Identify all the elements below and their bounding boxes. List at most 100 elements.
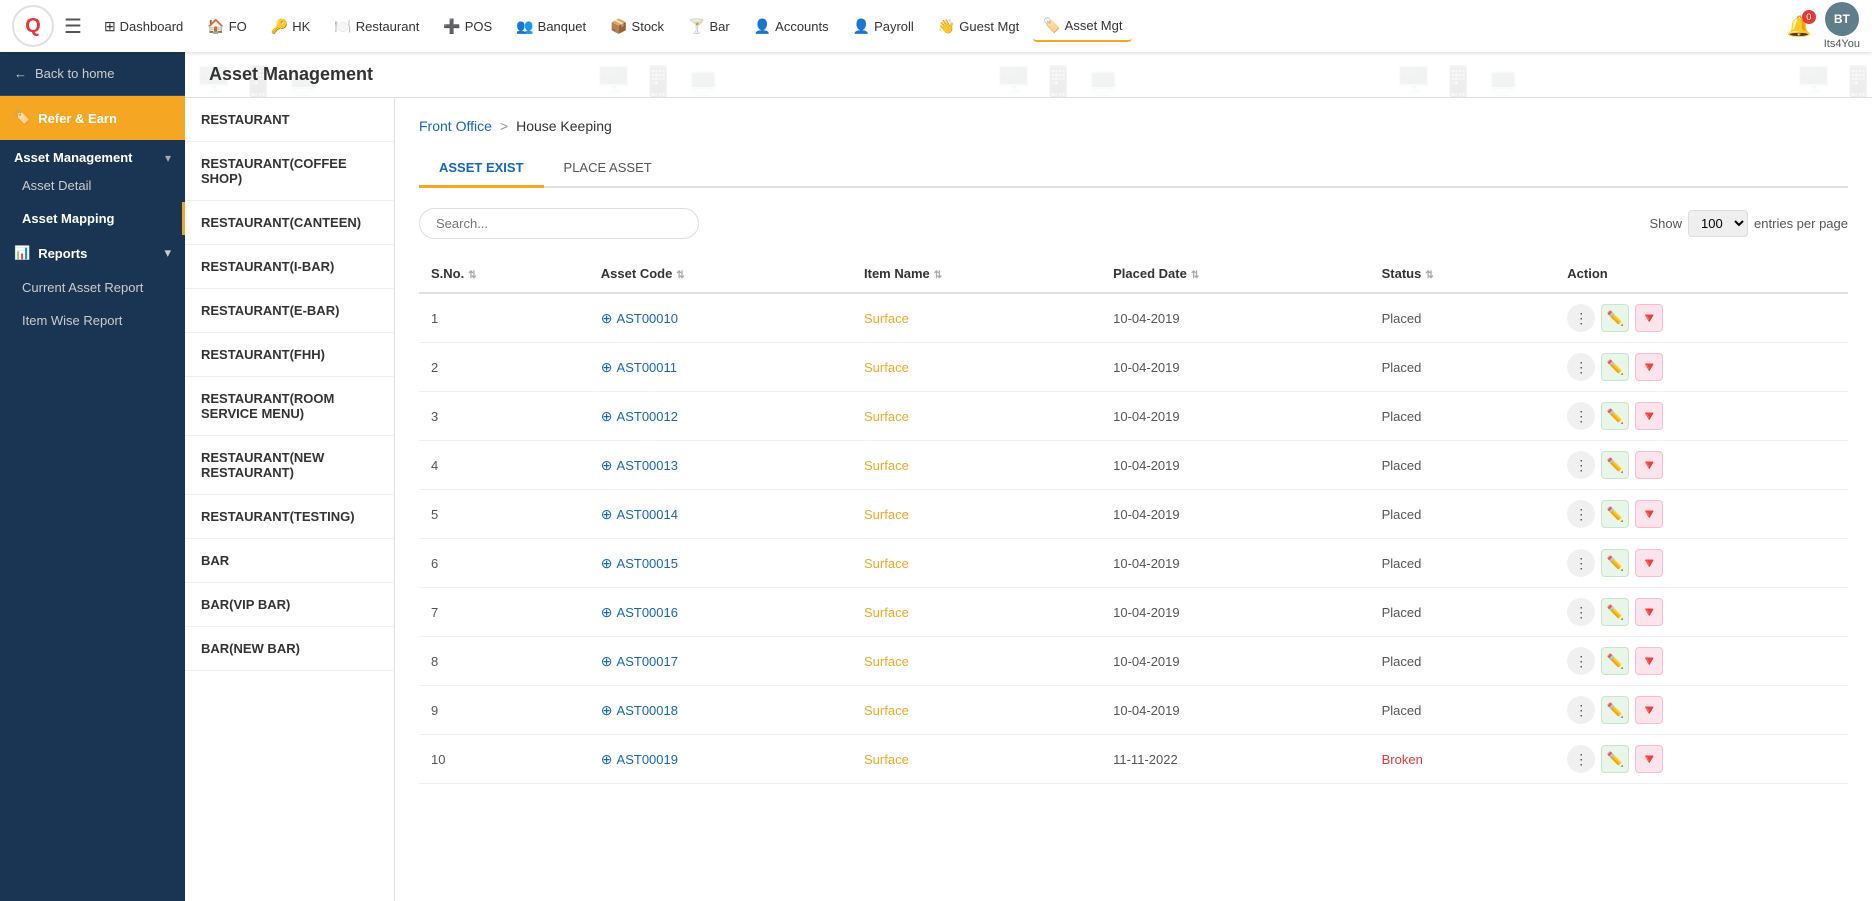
reports-section[interactable]: 📊 Reports ▾: [0, 235, 185, 271]
delete-button[interactable]: 🔻: [1635, 647, 1663, 675]
edit-button[interactable]: ✏️: [1601, 402, 1629, 430]
left-panel-item[interactable]: RESTAURANT(I-BAR): [185, 245, 394, 289]
entries-per-page-select[interactable]: 100 50 25: [1688, 210, 1748, 237]
cell-asset-code[interactable]: ⊕AST00012: [589, 392, 852, 441]
nav-item-restaurant[interactable]: 🍽️Restaurant: [324, 12, 429, 41]
nav-item-pos[interactable]: ➕POS: [433, 12, 502, 41]
nav-item-guest-mgt[interactable]: 👋Guest Mgt: [928, 12, 1029, 41]
cell-action: ⋮ ✏️ 🔻: [1555, 539, 1848, 588]
more-options-button[interactable]: ⋮: [1567, 696, 1595, 724]
cell-asset-code[interactable]: ⊕AST00013: [589, 441, 852, 490]
cell-asset-code[interactable]: ⊕AST00019: [589, 735, 852, 784]
edit-button[interactable]: ✏️: [1601, 549, 1629, 577]
more-options-button[interactable]: ⋮: [1567, 598, 1595, 626]
cell-action: ⋮ ✏️ 🔻: [1555, 392, 1848, 441]
nav-item-banquet[interactable]: 👥Banquet: [506, 12, 596, 41]
search-input[interactable]: [419, 208, 699, 239]
nav-icon: ⊞: [104, 18, 116, 35]
top-right-controls: 🔔 0 BT Its4You: [1787, 2, 1860, 50]
delete-button[interactable]: 🔻: [1635, 451, 1663, 479]
delete-button[interactable]: 🔻: [1635, 549, 1663, 577]
delete-button[interactable]: 🔻: [1635, 696, 1663, 724]
left-panel-item[interactable]: RESTAURANT(ROOM SERVICE MENU): [185, 377, 394, 436]
action-buttons: ⋮ ✏️ 🔻: [1567, 598, 1836, 626]
breadcrumb-separator: >: [500, 118, 508, 134]
edit-button[interactable]: ✏️: [1601, 353, 1629, 381]
edit-button[interactable]: ✏️: [1601, 598, 1629, 626]
action-buttons: ⋮ ✏️ 🔻: [1567, 696, 1836, 724]
tab-asset-exist[interactable]: ASSET EXIST: [419, 150, 544, 188]
cell-asset-code[interactable]: ⊕AST00018: [589, 686, 852, 735]
delete-button[interactable]: 🔻: [1635, 598, 1663, 626]
refer-and-earn-button[interactable]: 🏷️ Refer & Earn: [0, 96, 185, 140]
breadcrumb-home[interactable]: Front Office: [419, 118, 492, 134]
nav-label: Bar: [709, 19, 729, 34]
more-options-button[interactable]: ⋮: [1567, 549, 1595, 577]
notification-bell[interactable]: 🔔 0: [1787, 14, 1812, 39]
cell-asset-code[interactable]: ⊕AST00017: [589, 637, 852, 686]
left-panel-item[interactable]: BAR: [185, 539, 394, 583]
cell-asset-code[interactable]: ⊕AST00011: [589, 343, 852, 392]
left-panel-item[interactable]: RESTAURANT(TESTING): [185, 495, 394, 539]
more-options-button[interactable]: ⋮: [1567, 353, 1595, 381]
nav-item-bar[interactable]: 🍸 Bar: [678, 12, 740, 41]
more-options-button[interactable]: ⋮: [1567, 402, 1595, 430]
more-options-button[interactable]: ⋮: [1567, 647, 1595, 675]
sidebar-item-item-wise-report[interactable]: Item Wise Report: [0, 304, 185, 337]
nav-item-asset-mgt[interactable]: 🏷️Asset Mgt: [1033, 11, 1132, 42]
left-panel-item[interactable]: RESTAURANT(FHH): [185, 333, 394, 377]
left-panel-item[interactable]: RESTAURANT(CANTEEN): [185, 201, 394, 245]
table-row: 9⊕AST00018Surface10-04-2019Placed ⋮ ✏️ 🔻: [419, 686, 1848, 735]
user-avatar[interactable]: BT: [1825, 2, 1859, 36]
cell-asset-code[interactable]: ⊕AST00016: [589, 588, 852, 637]
nav-icon: 🍸: [688, 18, 705, 35]
cell-sno: 7: [419, 588, 589, 637]
cell-item-name: Surface: [852, 735, 1101, 784]
sidebar-item-asset-mapping[interactable]: Asset Mapping: [0, 202, 185, 235]
delete-button[interactable]: 🔻: [1635, 500, 1663, 528]
left-panel-item[interactable]: RESTAURANT(COFFEE SHOP): [185, 142, 394, 201]
hamburger-icon[interactable]: ☰: [64, 14, 82, 39]
asset-management-section[interactable]: Asset Management ▾: [0, 140, 185, 169]
delete-button[interactable]: 🔻: [1635, 402, 1663, 430]
edit-button[interactable]: ✏️: [1601, 696, 1629, 724]
sidebar-item-current-asset-report[interactable]: Current Asset Report: [0, 271, 185, 304]
nav-item-payroll[interactable]: 👤Payroll: [843, 12, 924, 41]
left-panel-item[interactable]: RESTAURANT(NEW RESTAURANT): [185, 436, 394, 495]
cell-item-name: Surface: [852, 539, 1101, 588]
edit-button[interactable]: ✏️: [1601, 745, 1629, 773]
nav-item-dashboard[interactable]: ⊞Dashboard: [94, 12, 193, 41]
more-options-button[interactable]: ⋮: [1567, 745, 1595, 773]
edit-button[interactable]: ✏️: [1601, 500, 1629, 528]
edit-button[interactable]: ✏️: [1601, 451, 1629, 479]
sidebar-item-asset-detail[interactable]: Asset Detail: [0, 169, 185, 202]
action-buttons: ⋮ ✏️ 🔻: [1567, 745, 1836, 773]
nav-item-accounts[interactable]: 👤Accounts: [744, 12, 839, 41]
cell-asset-code[interactable]: ⊕AST00010: [589, 293, 852, 343]
cell-asset-code[interactable]: ⊕AST00015: [589, 539, 852, 588]
left-panel-item[interactable]: BAR(NEW BAR): [185, 627, 394, 671]
nav-item-stock[interactable]: 📦Stock: [600, 12, 674, 41]
delete-button[interactable]: 🔻: [1635, 353, 1663, 381]
left-panel-item[interactable]: RESTAURANT(E-BAR): [185, 289, 394, 333]
more-options-button[interactable]: ⋮: [1567, 500, 1595, 528]
table-row: 7⊕AST00016Surface10-04-2019Placed ⋮ ✏️ 🔻: [419, 588, 1848, 637]
left-panel-item[interactable]: BAR(VIP BAR): [185, 583, 394, 627]
nav-item-hk[interactable]: 🔑HK: [261, 12, 321, 41]
cell-placed-date: 10-04-2019: [1101, 637, 1370, 686]
cell-status: Placed: [1370, 686, 1556, 735]
nav-icon: 👥: [516, 18, 533, 35]
cell-asset-code[interactable]: ⊕AST00014: [589, 490, 852, 539]
edit-button[interactable]: ✏️: [1601, 647, 1629, 675]
nav-label: FO: [229, 19, 247, 34]
nav-item-fo[interactable]: 🏠FO: [197, 12, 257, 41]
delete-button[interactable]: 🔻: [1635, 304, 1663, 332]
tab-place-asset[interactable]: PLACE ASSET: [544, 150, 672, 188]
edit-button[interactable]: ✏️: [1601, 304, 1629, 332]
delete-button[interactable]: 🔻: [1635, 745, 1663, 773]
more-options-button[interactable]: ⋮: [1567, 304, 1595, 332]
more-options-button[interactable]: ⋮: [1567, 451, 1595, 479]
left-panel-item[interactable]: RESTAURANT: [185, 98, 394, 142]
reports-label: Reports: [38, 246, 87, 261]
back-to-home-button[interactable]: ← Back to home: [0, 52, 185, 96]
